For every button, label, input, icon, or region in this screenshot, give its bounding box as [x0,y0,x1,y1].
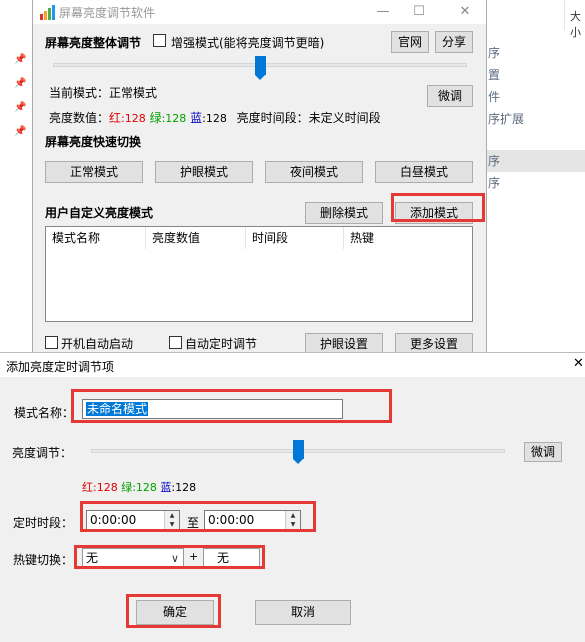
custom-mode-list[interactable]: 模式名称 亮度数值 时间段 热键 [45,226,473,322]
plus-label: + [189,550,199,563]
title-bar[interactable]: 屏幕亮度调节软件 — ☐ ✕ [33,0,486,24]
mode-name-input[interactable]: 未命名模式 [82,399,343,419]
section-overall-title: 屏幕亮度整体调节 [45,36,142,50]
period-label: 亮度时间段： [236,111,309,125]
column-header-brightness[interactable]: 亮度数值 [146,227,246,249]
list-item[interactable]: 序扩展 [486,108,585,130]
autostart-checkbox[interactable] [45,336,58,349]
spin-up-icon[interactable]: ▲ [286,511,300,520]
fine-tune-button[interactable]: 微调 [427,85,473,107]
red-label: 红 [82,481,93,494]
close-icon[interactable]: ✕ [573,356,584,371]
time-start-spinner[interactable]: ▲ ▼ [164,511,179,529]
auto-timer-label: 自动定时调节 [185,337,258,351]
mode-name-label: 模式名称： [14,406,75,420]
dialog-title: 添加亮度定时调节项 [6,360,115,374]
mode-name-value: 未命名模式 [86,402,149,416]
green-value: :128 [161,112,187,125]
period-value: 未定义时间段 [308,111,381,125]
hotkey-modifier-combo[interactable]: 无 ∨ [82,548,184,568]
hotkey-key-input[interactable]: 无 [203,548,260,568]
time-end-value: 0:00:00 [208,513,255,527]
brightness-label: 亮度数值： [49,111,110,125]
timer-period-label: 定时时段： [13,516,74,530]
hotkey-label: 热键切换： [13,553,74,567]
blue-value: :128 [171,481,197,494]
spin-up-icon[interactable]: ▲ [165,511,179,520]
current-mode-label: 当前模式： [49,86,110,100]
list-item[interactable]: 序 [486,42,585,64]
blue-value: :128 [202,112,227,125]
green-value: :128 [132,481,157,494]
hotkey-modifier-value: 无 [86,551,99,565]
current-mode-value: 正常模式 [109,86,158,100]
add-mode-button[interactable]: 添加模式 [395,202,473,224]
red-value: :128 [93,481,118,494]
dialog-title-bar[interactable]: 添加亮度定时调节项 ✕ [0,353,585,377]
app-bars-icon [39,4,55,20]
maximize-icon[interactable]: ☐ [405,2,433,22]
list-item[interactable]: 序 [486,172,585,194]
normal-mode-button[interactable]: 正常模式 [45,161,143,183]
delete-mode-button[interactable]: 删除模式 [305,202,383,224]
section-quick-title: 屏幕亮度快速切换 [45,135,142,149]
night-mode-button[interactable]: 夜间模式 [265,161,363,183]
hotkey-key-value: 无 [217,551,230,565]
enhance-mode-label: 增强模式(能将亮度调节更暗) [171,36,325,50]
time-start-input[interactable]: 0:00:00 ▲ ▼ [86,510,180,530]
window-title: 屏幕亮度调节软件 [59,6,156,20]
column-divider [564,0,565,30]
list-item[interactable]: 件 [486,86,585,108]
brightness-app-window: 屏幕亮度调节软件 — ☐ ✕ 屏幕亮度整体调节 增强模式(能将亮度调节更暗) 官… [32,0,487,356]
day-mode-button[interactable]: 白昼模式 [375,161,473,183]
official-site-button[interactable]: 官网 [391,31,429,53]
pin-icon[interactable]: 📌 [14,78,26,90]
spin-down-icon[interactable]: ▼ [165,520,179,529]
chevron-down-icon[interactable]: ∨ [171,550,179,568]
time-start-value: 0:00:00 [90,513,137,527]
to-label: 至 [187,516,200,530]
dialog-brightness-slider-thumb[interactable] [293,440,304,464]
brightness-adjust-label: 亮度调节： [12,446,73,460]
green-label: 绿 [149,111,162,125]
cancel-button[interactable]: 取消 [255,600,351,625]
column-header-hotkey[interactable]: 热键 [344,227,472,249]
auto-timer-checkbox[interactable] [169,336,182,349]
red-value: :128 [121,112,146,125]
dialog-rgb-row: 红:128 绿:128 蓝:128 [82,479,196,495]
list-item[interactable]: 置 [486,64,585,86]
brightness-slider-thumb[interactable] [255,56,266,80]
pin-icon[interactable]: 📌 [14,54,26,66]
add-timer-dialog: 添加亮度定时调节项 ✕ 模式名称： 未命名模式 亮度调节： 微调 红:128 绿… [0,352,585,642]
autostart-label: 开机自动启动 [61,337,134,351]
time-end-spinner[interactable]: ▲ ▼ [285,511,300,529]
eye-care-mode-button[interactable]: 护眼模式 [155,161,253,183]
background-list: 大小 序 置 件 序扩展 序 序 [486,0,585,360]
blue-label: 蓝 [160,481,172,494]
section-custom-title: 用户自定义亮度模式 [45,206,154,220]
spin-down-icon[interactable]: ▼ [286,520,300,529]
enhance-mode-checkbox[interactable] [153,34,166,47]
share-button[interactable]: 分享 [435,31,473,53]
column-header-size[interactable]: 大小 [570,8,585,40]
brightness-value-row: 亮度数值：红:128 绿:128 蓝:128 亮度时间段：未定义时间段 [49,109,381,126]
time-end-input[interactable]: 0:00:00 ▲ ▼ [204,510,301,530]
minimize-icon[interactable]: — [369,2,397,22]
pin-icon[interactable]: 📌 [14,102,26,114]
pin-icon[interactable]: 📌 [14,126,26,138]
list-item[interactable]: 序 [486,150,585,172]
column-header-period[interactable]: 时间段 [246,227,344,249]
column-header-mode-name[interactable]: 模式名称 [46,227,146,249]
green-label: 绿 [121,481,133,494]
red-label: 红 [109,111,122,125]
close-icon[interactable]: ✕ [451,2,479,22]
dialog-fine-tune-button[interactable]: 微调 [524,442,562,462]
blue-label: 蓝 [190,111,203,125]
confirm-button[interactable]: 确定 [136,600,214,625]
